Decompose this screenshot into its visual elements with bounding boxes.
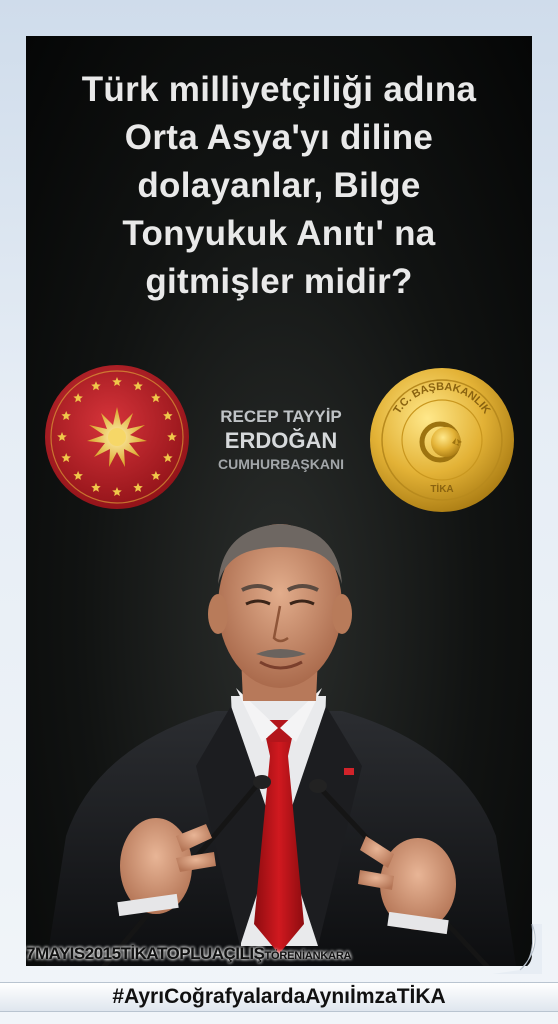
headline-line-3: dolayanlar, Bilge (137, 166, 421, 205)
name-first-line: RECEP TAYYİP (220, 407, 342, 426)
event-caption-suffix: TÖRENİANKARA (264, 950, 352, 962)
seal-bottom-text: TİKA (430, 482, 453, 495)
event-caption-main: 7MAYIS2015TİKATOPLUAÇILIŞ (26, 944, 265, 963)
name-block: RECEP TAYYİP ERDOĞAN CUMHURBAŞKANI (196, 406, 366, 474)
hashtag-text: #AyrıCoğrafyalardaAynıİmzaTİKA (112, 985, 446, 1008)
event-caption: 7MAYIS2015TİKATOPLUAÇILIŞTÖRENİANKARA (26, 944, 546, 972)
headline-line-5: gitmişler midir? (145, 262, 413, 301)
poster-card: Türk milliyetçiliği adına Orta Asya'yı d… (26, 36, 532, 966)
headline-line-1: Türk milliyetçiliği adına (81, 70, 477, 109)
tika-gold-seal-icon: T.C. BAŞBAKANLIK TİKA (370, 368, 514, 512)
headline-line-4: Tonyukuk Anıtı' na (122, 214, 436, 253)
name-second-line: ERDOĞAN (224, 428, 338, 453)
presidential-seal-icon (45, 365, 189, 509)
headline: Türk milliyetçiliği adına Orta Asya'yı d… (26, 66, 532, 306)
headline-line-2: Orta Asya'yı diline (124, 118, 434, 157)
speaker-photo (46, 524, 516, 966)
name-title: CUMHURBAŞKANI (218, 456, 344, 472)
